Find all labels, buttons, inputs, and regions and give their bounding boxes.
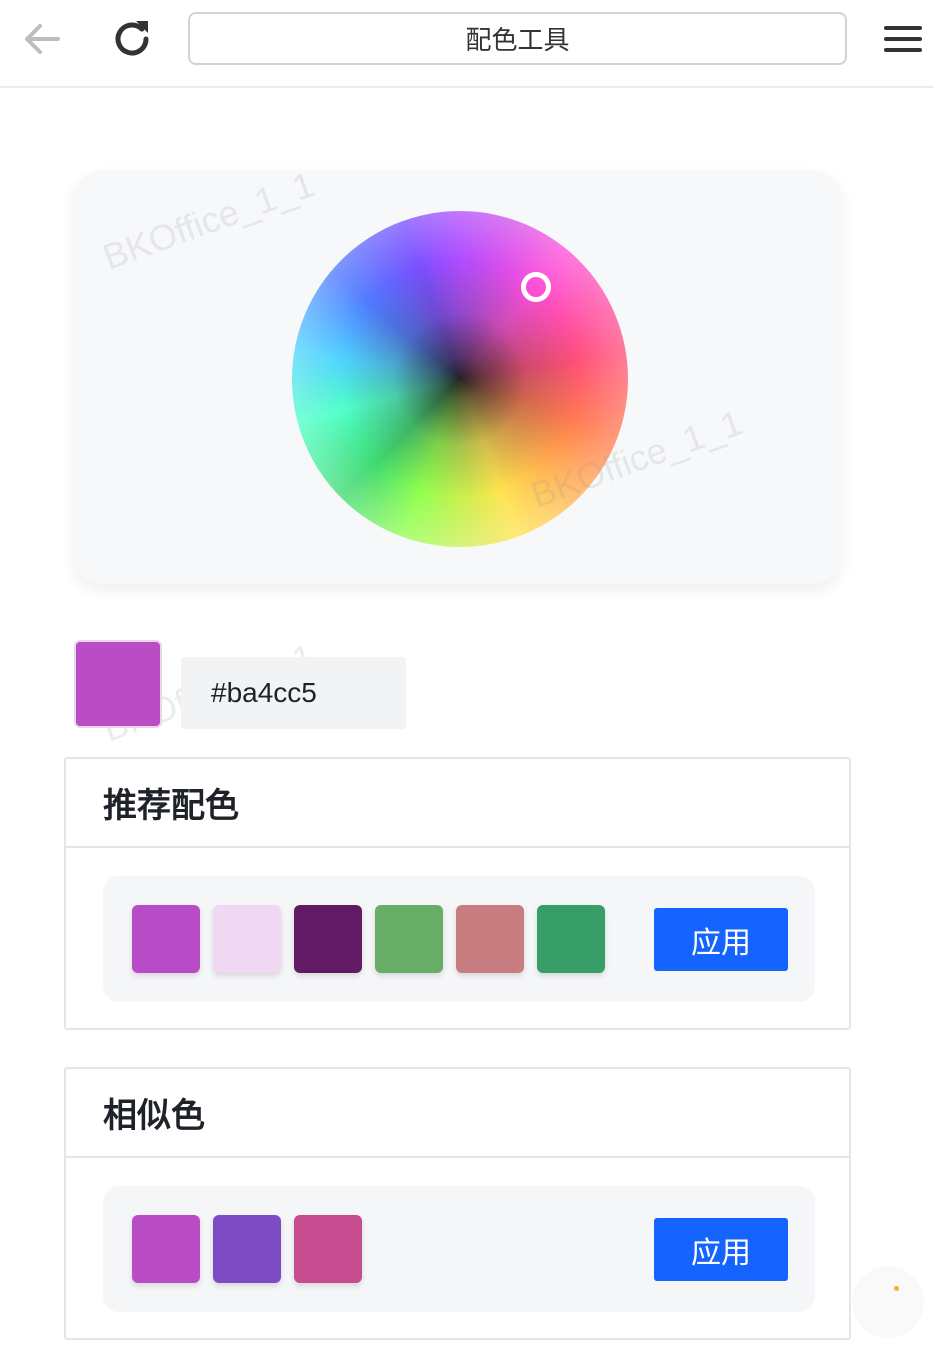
- color-chip[interactable]: [294, 905, 362, 973]
- back-button[interactable]: [20, 17, 64, 61]
- notification-dot-icon: [894, 1286, 899, 1291]
- floating-assistant-button[interactable]: [852, 1266, 924, 1338]
- similar-palette-row: 应用: [103, 1186, 815, 1312]
- hamburger-menu-icon: [884, 48, 922, 52]
- hamburger-menu-icon: [884, 37, 922, 41]
- recommended-palette-panel: 推荐配色 应用: [64, 757, 851, 1030]
- color-chip[interactable]: [294, 1215, 362, 1283]
- hamburger-menu-icon: [884, 26, 922, 30]
- color-chip[interactable]: [456, 905, 524, 973]
- reload-button[interactable]: [108, 15, 156, 63]
- color-chip[interactable]: [213, 1215, 281, 1283]
- menu-button[interactable]: [882, 24, 924, 56]
- apply-button[interactable]: 应用: [654, 1218, 788, 1281]
- color-wheel-card: [74, 171, 841, 584]
- similar-colors-panel: 相似色 应用: [64, 1067, 851, 1340]
- arrow-left-icon: [25, 24, 60, 54]
- color-chip[interactable]: [132, 1215, 200, 1283]
- hex-color-input[interactable]: [181, 657, 406, 729]
- page-title: 配色工具: [465, 26, 570, 56]
- color-chip[interactable]: [375, 905, 443, 973]
- panel-title: 推荐配色: [66, 759, 849, 848]
- recommended-palette-row: 应用: [103, 876, 815, 1002]
- url-bar[interactable]: 配色工具: [188, 12, 847, 65]
- current-color-swatch[interactable]: [74, 640, 162, 728]
- apply-button[interactable]: 应用: [654, 908, 788, 971]
- reload-icon: [115, 21, 149, 56]
- color-wheel[interactable]: [292, 211, 628, 547]
- color-chip[interactable]: [213, 905, 281, 973]
- panel-title: 相似色: [66, 1069, 849, 1158]
- color-chip[interactable]: [132, 905, 200, 973]
- top-bar: 配色工具: [0, 0, 933, 88]
- color-wheel-handle[interactable]: [521, 272, 551, 302]
- color-chip[interactable]: [537, 905, 605, 973]
